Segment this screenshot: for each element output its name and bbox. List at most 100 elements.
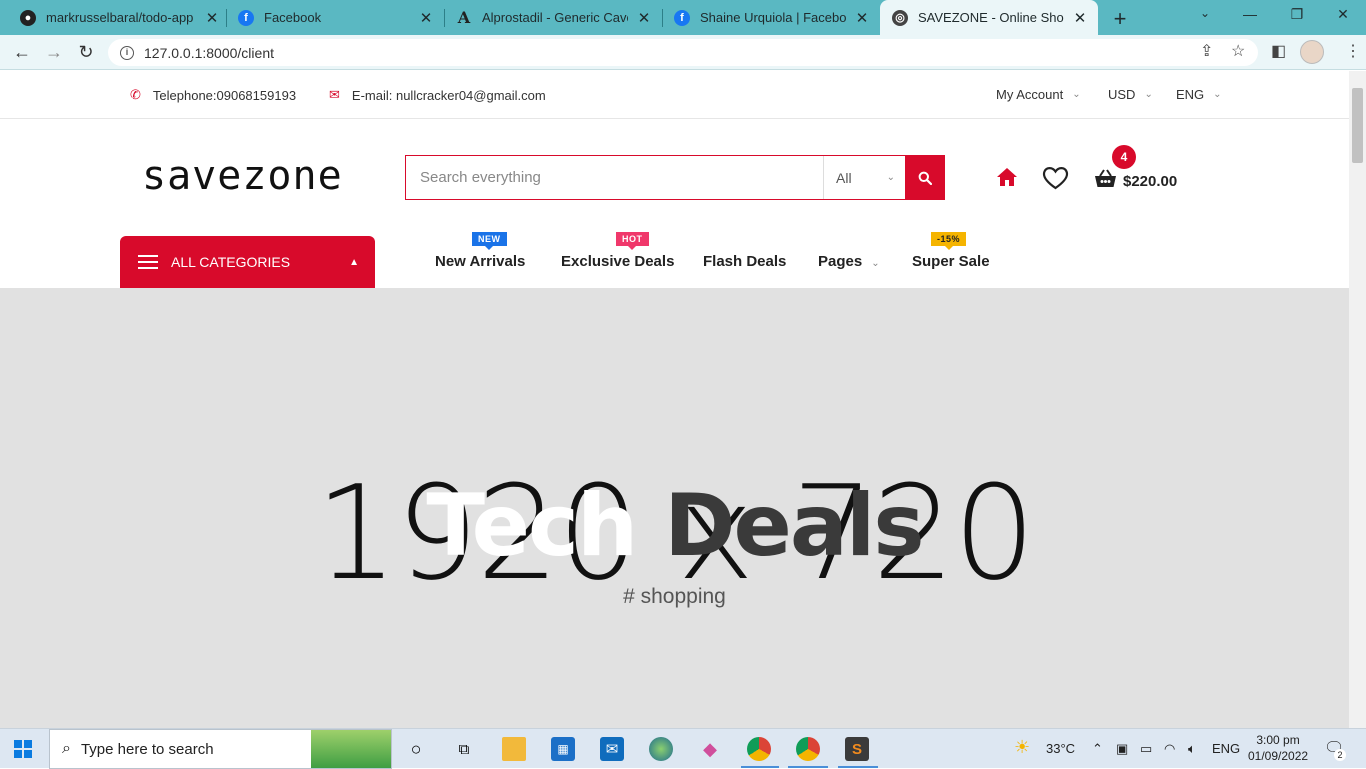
tab-title: Facebook [264, 10, 322, 25]
close-tab-icon[interactable]: ✕ [1072, 9, 1088, 27]
volume-icon[interactable]: 🔈︎ [1188, 741, 1196, 757]
discount-badge: -15% [931, 232, 967, 250]
meet-now-icon[interactable]: ▣ [1116, 741, 1128, 757]
search-button[interactable] [905, 156, 944, 199]
browser-tab[interactable]: ● markrusselbaral/todo-app ✕ [8, 0, 230, 35]
currency-dropdown[interactable]: USD ⌄ [1108, 87, 1153, 102]
tab-search-chevron-icon[interactable]: ⌄ [1195, 6, 1215, 20]
wifi-icon[interactable]: ◠ [1164, 741, 1175, 757]
cart-total[interactable]: $220.00 [1123, 173, 1177, 190]
category-select-value: All [836, 169, 852, 186]
hero-banner[interactable]: 1920 x 720 Tech Deals # shopping [0, 288, 1349, 728]
chrome-profile-icon[interactable] [747, 737, 771, 761]
windows-taskbar: ⌕ Type here to search ○ ⧉ ▦ ✉ ◆ S ☀ 33°C… [0, 728, 1366, 769]
file-explorer-icon[interactable] [502, 737, 526, 761]
address-bar[interactable]: i 127.0.0.1:8000/client [108, 39, 1258, 66]
chevron-up-icon: ▲ [349, 256, 359, 268]
facebook-icon: f [674, 9, 690, 26]
chevron-down-icon: ⌄ [886, 172, 895, 183]
taskbar-clock[interactable]: 3:00 pm 01/09/2022 [1248, 732, 1308, 764]
close-tab-icon[interactable]: ✕ [636, 9, 652, 27]
weather-sun-cloud-icon[interactable]: ☀ [1014, 737, 1030, 758]
all-categories-button[interactable]: ALL CATEGORIES ▲ [120, 236, 375, 288]
cart-basket-icon[interactable] [1094, 169, 1117, 189]
browser-tab[interactable]: f Facebook ✕ [226, 0, 444, 35]
browser-menu-icon[interactable]: ⋮ [1345, 41, 1361, 61]
input-language[interactable]: ENG [1212, 741, 1240, 756]
nav-flash-deals[interactable]: Flash Deals [703, 253, 786, 270]
web-page: ✆ Telephone:09068159193 ✉ E-mail: nullcr… [0, 71, 1349, 728]
task-view-icon[interactable]: ⧉ [452, 737, 476, 761]
url-text: 127.0.0.1:8000/client [144, 44, 274, 61]
mail-icon[interactable]: ✉ [600, 737, 624, 761]
battery-icon[interactable]: ▭ [1140, 741, 1152, 757]
windows-start-icon[interactable] [14, 740, 32, 758]
tab-title: markrusselbaral/todo-app [46, 10, 194, 25]
microsoft-store-icon[interactable]: ▦ [551, 737, 575, 761]
close-tab-icon[interactable]: ✕ [204, 9, 220, 27]
nav-pages[interactable]: Pages ⌄ [818, 253, 880, 270]
site-logo[interactable]: savezone [142, 153, 343, 199]
site-info-icon[interactable]: i [120, 45, 134, 60]
email-info: ✉ E-mail: nullcracker04@gmail.com [329, 87, 546, 103]
chevron-down-icon: ⌄ [1072, 89, 1081, 100]
my-account-label: My Account [996, 87, 1064, 102]
page-scrollbar[interactable] [1349, 71, 1366, 728]
browser-tab-active[interactable]: ◎ SAVEZONE - Online Shopping ✕ [880, 0, 1098, 35]
banner-title-part1: Tech [426, 476, 638, 576]
minimize-icon[interactable]: — [1240, 6, 1260, 22]
reload-icon[interactable]: ↻ [75, 42, 97, 63]
currency-label: USD [1108, 87, 1136, 102]
language-dropdown[interactable]: ENG ⌄ [1176, 87, 1222, 102]
chevron-down-icon: ⌄ [871, 258, 880, 269]
close-tab-icon[interactable]: ✕ [418, 9, 434, 27]
home-icon[interactable] [996, 167, 1018, 187]
chevron-down-icon: ⌄ [1213, 89, 1222, 100]
search-bar: All ⌄ [405, 155, 945, 200]
wishlist-heart-icon[interactable] [1042, 166, 1069, 190]
telephone-text: Telephone:09068159193 [152, 87, 297, 103]
browser-tab-strip: ● markrusselbaral/todo-app ✕ f Facebook … [0, 0, 1366, 35]
weather-temperature[interactable]: 33°C [1046, 741, 1075, 756]
chevron-down-icon: ⌄ [1144, 89, 1153, 100]
phone-icon: ✆ [130, 87, 141, 102]
nav-super-sale[interactable]: Super Sale [912, 253, 990, 270]
profile-avatar[interactable] [1300, 40, 1324, 64]
forward-arrow-icon[interactable]: → [43, 42, 65, 63]
category-select[interactable]: All ⌄ [823, 156, 905, 199]
sublime-text-icon[interactable]: S [845, 737, 869, 761]
cortana-circle-icon[interactable]: ○ [404, 737, 428, 761]
scrollbar-thumb[interactable] [1352, 88, 1363, 163]
globe-icon: ◎ [892, 9, 908, 26]
browser-tab[interactable]: A Alprostadil - Generic Caverje ✕ [444, 0, 662, 35]
tray-chevron-up-icon[interactable]: ⌃ [1092, 741, 1103, 757]
new-tab-plus-icon[interactable]: + [1110, 6, 1130, 32]
clock-date: 01/09/2022 [1248, 749, 1309, 763]
clock-time: 3:00 pm [1256, 733, 1300, 747]
restore-icon[interactable]: ❐ [1287, 6, 1307, 23]
back-arrow-icon[interactable]: ← [11, 42, 33, 63]
tab-title: Alprostadil - Generic Caverje [482, 10, 628, 25]
app-diamond-icon[interactable]: ◆ [698, 737, 722, 761]
chrome-icon[interactable] [796, 737, 820, 761]
cart-count-badge: 4 [1112, 145, 1136, 169]
nav-new-arrivals[interactable]: New Arrivals [435, 253, 525, 270]
side-panel-icon[interactable]: ◧ [1271, 41, 1286, 61]
search-highlight-illustration [311, 730, 391, 768]
close-window-icon[interactable]: ✕ [1333, 6, 1353, 23]
facebook-icon: f [238, 9, 254, 26]
nav-exclusive-deals[interactable]: Exclusive Deals [561, 253, 674, 270]
my-account-dropdown[interactable]: My Account ⌄ [996, 87, 1081, 102]
close-tab-icon[interactable]: ✕ [854, 9, 870, 27]
browser-toolbar: ← → ↻ i 127.0.0.1:8000/client ⇪ ☆ ◧ ⋮ [0, 35, 1366, 70]
hamburger-menu-icon [138, 251, 158, 273]
contact-topbar: ✆ Telephone:09068159193 ✉ E-mail: nullcr… [0, 71, 1349, 119]
share-icon[interactable]: ⇪ [1200, 41, 1213, 61]
search-input[interactable] [406, 156, 823, 199]
app-globe-icon[interactable] [649, 737, 673, 761]
taskbar-search-box[interactable]: ⌕ Type here to search [49, 729, 392, 769]
bookmark-star-icon[interactable]: ☆ [1231, 41, 1245, 61]
telephone-info: ✆ Telephone:09068159193 [130, 87, 296, 103]
browser-tab[interactable]: f Shaine Urquiola | Facebook ✕ [662, 0, 880, 35]
nav-pages-label: Pages [818, 253, 863, 270]
